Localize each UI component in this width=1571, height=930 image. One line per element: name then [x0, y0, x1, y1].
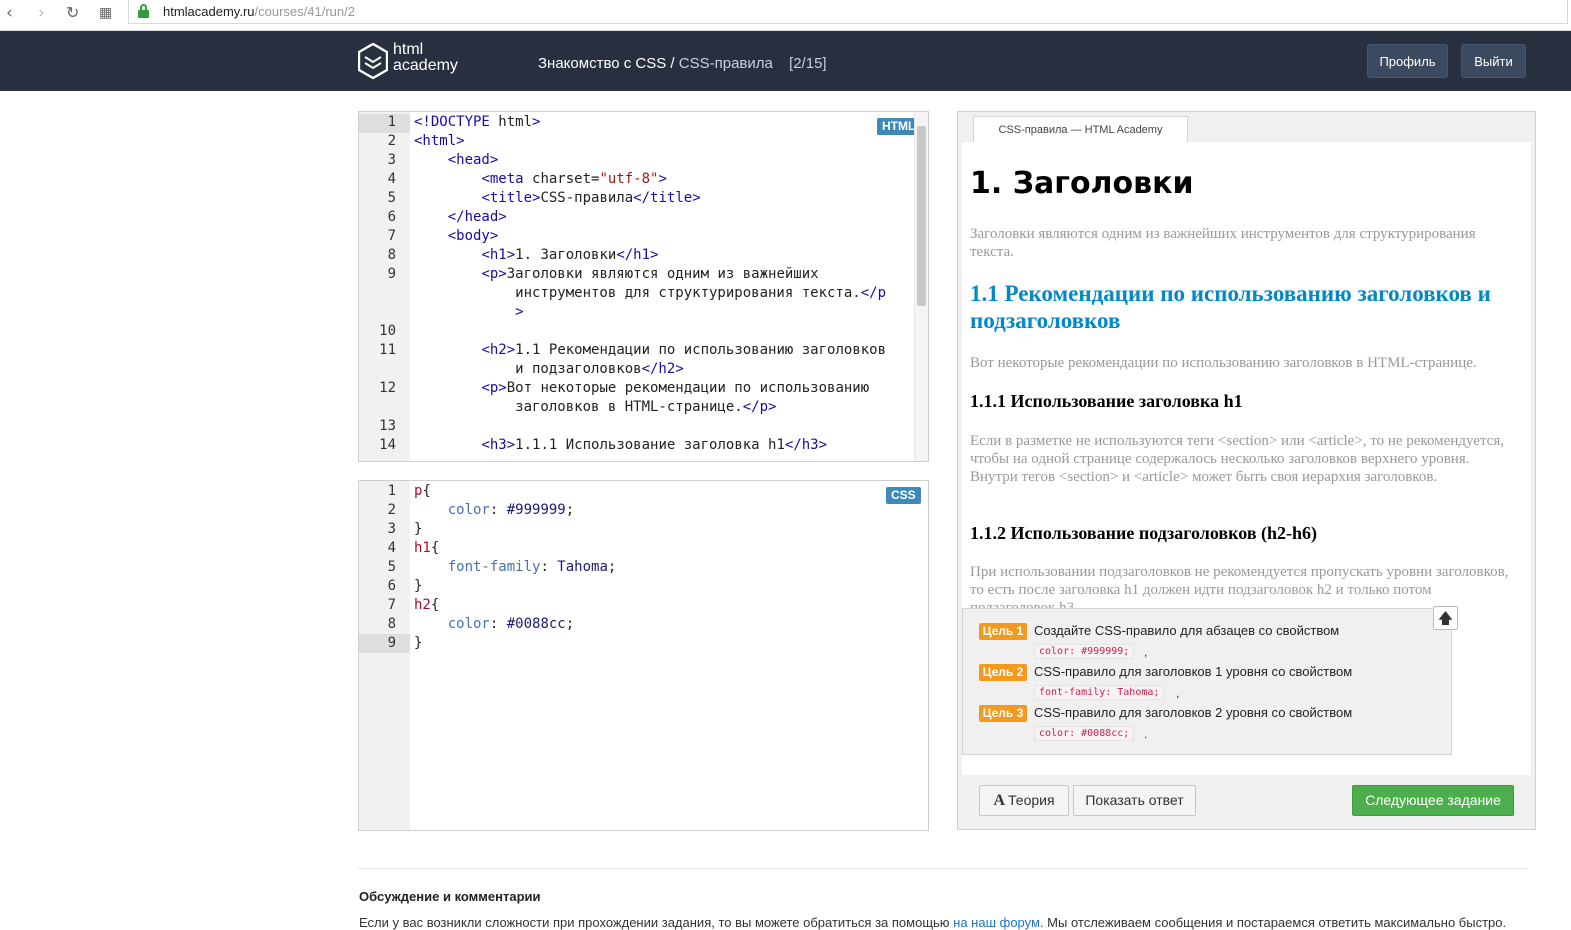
preview-h3-a: 1.1.1 Использование заголовка h1	[970, 391, 1243, 411]
course-link[interactable]: Знакомство с CSS /	[538, 55, 675, 72]
code-line[interactable]: <p>Заголовки являются одним из важнейших	[414, 266, 818, 282]
theory-a-icon: A	[993, 792, 1006, 809]
apps-grid-icon[interactable]: ▦	[99, 5, 112, 21]
preview-h1: 1. Заголовки	[970, 166, 1194, 201]
line-number: 7	[387, 597, 396, 613]
theory-label: Теория	[1008, 792, 1055, 808]
line-number: 6	[387, 578, 396, 594]
goal-code: font-family: Tahoma;	[1034, 685, 1165, 700]
breadcrumb: Знакомство с CSS / CSS-правила [2/15]	[538, 55, 827, 72]
code-line[interactable]: color: #0088cc;	[414, 616, 574, 632]
lock-icon	[138, 4, 149, 18]
line-number: 1	[387, 114, 396, 130]
goal-tail: ,	[1144, 645, 1148, 659]
line-number: 2	[387, 133, 396, 149]
html-editor[interactable]: 1 2 3 4 5 6 7 8 9 10 11 12 13 14 <!DOCTYPE html> <html…	[358, 111, 929, 462]
code-line[interactable]: <h1>1. Заголовки</h1>	[414, 247, 658, 263]
code-line[interactable]: <h2>1.1 Рекомендации по использованию за…	[414, 342, 886, 358]
html-scrollbar[interactable]	[914, 112, 928, 461]
code-line[interactable]: <body>	[414, 228, 499, 244]
theory-button[interactable]: A Теория	[979, 785, 1069, 816]
line-number: 11	[379, 342, 396, 358]
profile-button[interactable]: Профиль	[1367, 44, 1448, 78]
next-task-button[interactable]: Следующее задание	[1352, 785, 1514, 816]
goals-panel: Цель 1 Создайте CSS-правило для абзацев …	[962, 608, 1452, 755]
preview-p3: Если в разметке не используются теги <se…	[970, 433, 1504, 485]
code-line[interactable]: }	[414, 521, 422, 537]
line-number: 8	[387, 247, 396, 263]
code-line[interactable]: </head>	[414, 209, 507, 225]
line-number: 7	[387, 228, 396, 244]
code-line[interactable]: <head>	[414, 152, 499, 168]
code-line[interactable]: <!DOCTYPE html>	[414, 114, 540, 130]
goal-tail: .	[1144, 727, 1148, 741]
code-line[interactable]: инструментов для структурирования текста…	[414, 285, 886, 301]
preview-p1: Заголовки являются одним из важнейших ин…	[970, 226, 1476, 260]
line-number: 12	[379, 380, 396, 396]
code-line[interactable]: <p>Вот некоторые рекомендации по использ…	[414, 380, 869, 396]
line-number: 14	[379, 437, 396, 453]
line-number: 1	[387, 483, 396, 499]
code-line[interactable]: >	[414, 304, 523, 320]
code-line[interactable]: }	[414, 635, 422, 651]
discussion-title: Обсуждение и комментарии	[359, 889, 541, 904]
goal-badge: Цель 3	[979, 705, 1027, 722]
code-line[interactable]: font-family: Tahoma;	[414, 559, 617, 575]
line-number: 3	[387, 152, 396, 168]
code-line[interactable]: <h3>1.1.1 Использование заголовка h1</h3…	[414, 437, 827, 453]
goal-badge: Цель 1	[979, 623, 1027, 640]
goal-text: CSS-правило для заголовков 1 уровня со с…	[1034, 664, 1353, 679]
line-number: 8	[387, 616, 396, 632]
forward-icon[interactable]: ›	[38, 3, 45, 23]
line-number: 2	[387, 502, 396, 518]
logout-button[interactable]: Выйти	[1461, 44, 1526, 78]
goal-tail: ,	[1176, 686, 1180, 700]
code-line[interactable]: заголовков в HTML-странице.</p>	[414, 399, 776, 415]
goal-code: color: #999999;	[1034, 644, 1135, 659]
code-line[interactable]: color: #999999;	[414, 502, 574, 518]
preview-h2: 1.1 Рекомендации по использованию заголо…	[970, 281, 1491, 333]
progress-counter: [2/15]	[789, 55, 827, 72]
css-lang-badge: CSS	[886, 487, 921, 504]
line-number: 13	[379, 418, 396, 434]
logo-icon[interactable]	[358, 43, 388, 79]
line-number: 9	[387, 635, 396, 651]
code-line[interactable]: p{	[414, 483, 431, 499]
code-line[interactable]: <html>	[414, 133, 465, 149]
code-line[interactable]: <meta charset="utf-8">	[414, 171, 666, 187]
line-number: 5	[387, 559, 396, 575]
arrow-up-icon[interactable]: 🡅	[1433, 606, 1458, 630]
code-line[interactable]: <title>CSS-правила</title>	[414, 190, 700, 206]
preview-p2: Вот некоторые рекомендации по использова…	[970, 355, 1477, 371]
divider	[358, 868, 1528, 869]
goal-code: color: #0088cc;	[1034, 726, 1135, 741]
line-number: 3	[387, 521, 396, 537]
line-number: 4	[387, 540, 396, 556]
goal-badge: Цель 2	[979, 664, 1027, 681]
discussion-text: Если у вас возникли сложности при прохож…	[359, 915, 1507, 930]
code-line[interactable]: h1{	[414, 540, 439, 556]
line-number: 4	[387, 171, 396, 187]
line-number: 10	[379, 323, 396, 339]
lesson-link[interactable]: CSS-правила	[679, 55, 773, 72]
css-editor[interactable]: 1 2 3 4 5 6 7 8 9 p{ color: #999999;} h1{ font-fa…	[358, 480, 929, 831]
browser-toolbar: ‹ › ↻ ▦ htmlacademy.ru/courses/41/run/2	[0, 0, 1571, 31]
line-number: 6	[387, 209, 396, 225]
line-number: 5	[387, 190, 396, 206]
line-number: 9	[387, 266, 396, 282]
code-line[interactable]: }	[414, 578, 422, 594]
reload-icon[interactable]: ↻	[66, 3, 79, 22]
preview-tab[interactable]: CSS-правила — HTML Academy	[973, 116, 1188, 143]
goal-text: Создайте CSS-правило для абзацев со свой…	[1034, 623, 1340, 638]
code-line[interactable]: h2{	[414, 597, 439, 613]
code-line[interactable]: и подзаголовков</h2>	[414, 361, 684, 377]
back-icon[interactable]: ‹	[6, 3, 13, 23]
goal-text: CSS-правило для заголовков 2 уровня со с…	[1034, 705, 1353, 720]
logo-text[interactable]: html academy	[393, 42, 458, 74]
url-text[interactable]: htmlacademy.ru/courses/41/run/2	[163, 4, 355, 19]
forum-link[interactable]: на наш форум	[953, 915, 1040, 930]
preview-h3-b: 1.1.2 Использование подзаголовков (h2-h6…	[970, 523, 1318, 543]
show-answer-button[interactable]: Показать ответ	[1073, 785, 1196, 816]
